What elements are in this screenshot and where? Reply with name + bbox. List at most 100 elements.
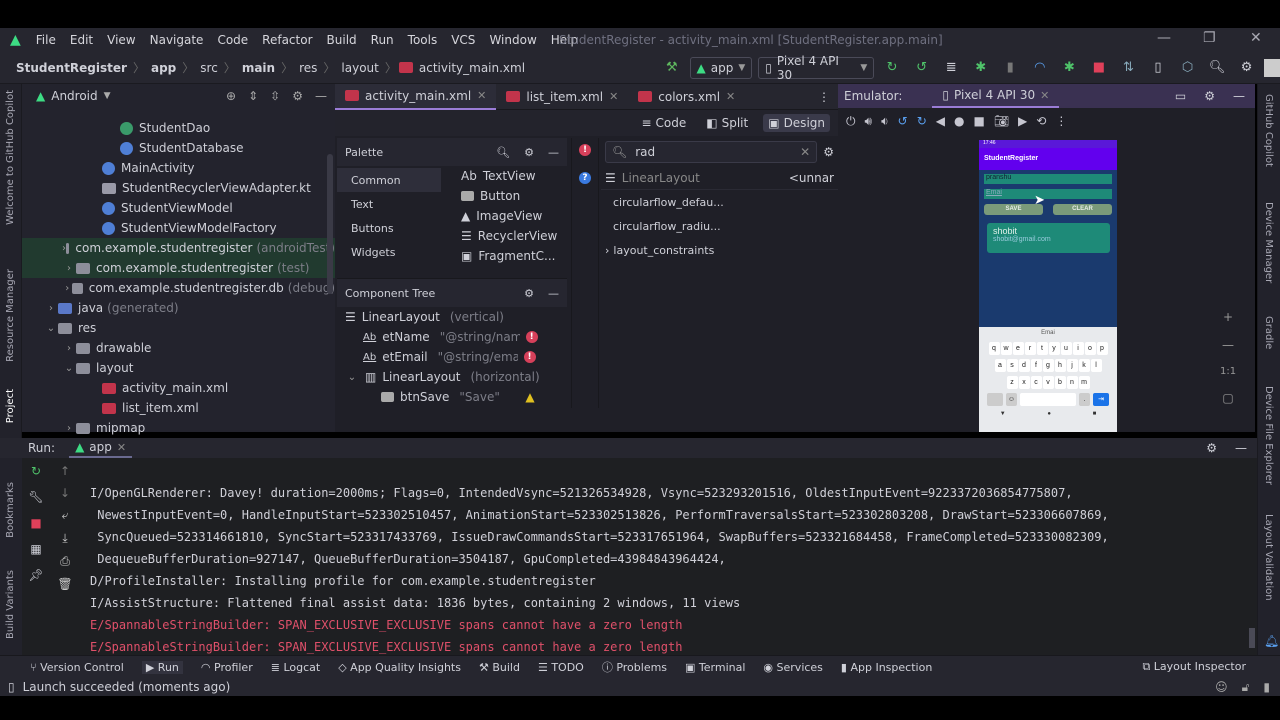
maximize-icon[interactable]: ▭: [1175, 89, 1186, 103]
tree-item-viewmodel[interactable]: StudentViewModel: [22, 198, 335, 218]
minimize-panel-icon[interactable]: —: [1233, 89, 1245, 103]
close-tab-icon[interactable]: ✕: [117, 441, 126, 454]
keyboard-key[interactable]: t: [1036, 342, 1048, 355]
keyboard-key[interactable]: k: [1078, 359, 1090, 372]
breadcrumb-src[interactable]: src: [196, 61, 222, 75]
space-key[interactable]: [1020, 393, 1076, 406]
clear-search-icon[interactable]: ✕: [800, 145, 810, 159]
palette-category-buttons[interactable]: Buttons: [337, 216, 441, 240]
tool-services[interactable]: ◉ Services: [763, 661, 823, 674]
keyboard-key[interactable]: y: [1048, 342, 1060, 355]
zoom-1-1-button[interactable]: 1:1: [1220, 366, 1236, 377]
keyboard-key[interactable]: b: [1054, 376, 1066, 389]
tool-todo[interactable]: ☰ TODO: [538, 661, 584, 674]
breadcrumb-layout[interactable]: layout: [337, 61, 382, 75]
student-card[interactable]: shobit shobit@gmail.com: [987, 223, 1110, 253]
clear-button[interactable]: CLEAR: [1053, 204, 1112, 215]
tree-item-package-db[interactable]: › com.example.studentregister.db (debug): [22, 278, 335, 298]
attributes-search-input[interactable]: 🔍︎ rad ✕: [605, 141, 818, 163]
breadcrumb-file[interactable]: activity_main.xml: [419, 61, 525, 75]
fit-screen-icon[interactable]: ▢: [1222, 391, 1233, 405]
tool-version-control[interactable]: ⑂ Version Control: [30, 661, 124, 674]
project-tab[interactable]: Project: [5, 389, 16, 423]
tree-item-java-generated[interactable]: › java (generated): [22, 298, 335, 318]
home-icon[interactable]: ●: [954, 114, 964, 128]
soft-keyboard[interactable]: Emai qwertyuiop asdfghjkl zxcvbnm ☺. ⇥ ▼ ●…: [979, 327, 1117, 432]
device-file-explorer-tab[interactable]: Device File Explorer: [1263, 386, 1274, 485]
menu-file[interactable]: File: [29, 33, 63, 47]
tab-colors[interactable]: colors.xml ✕: [628, 84, 745, 110]
close-tab-icon[interactable]: ✕: [726, 90, 735, 103]
status-device-icon[interactable]: ▯: [8, 680, 15, 694]
rotate-left-icon[interactable]: ↺: [898, 114, 908, 128]
help-icon[interactable]: ?: [579, 172, 591, 184]
minimize-icon[interactable]: —: [1157, 30, 1171, 46]
chevron-down-icon[interactable]: ⌄: [44, 323, 58, 334]
keyboard-key[interactable]: q: [988, 342, 1000, 355]
run-tab-app[interactable]: ▲ app ✕: [69, 438, 133, 458]
more-tabs-icon[interactable]: ⋮: [818, 90, 838, 104]
chevron-down-icon[interactable]: ⌄: [62, 363, 76, 374]
options-gear-icon[interactable]: ⚙: [292, 89, 303, 103]
period-key[interactable]: .: [1079, 393, 1090, 406]
debug-icon[interactable]: ✱: [972, 60, 990, 75]
apply-changes-icon[interactable]: ↻: [883, 60, 901, 75]
close-tab-icon[interactable]: ✕: [1040, 89, 1049, 102]
breadcrumb-main[interactable]: main: [238, 61, 279, 75]
snapshot-icon[interactable]: ⟲: [1036, 114, 1046, 128]
tree-item-mainactivity[interactable]: MainActivity: [22, 158, 335, 178]
scroll-to-end-icon[interactable]: ⤓: [62, 531, 67, 546]
user-avatar[interactable]: [1264, 58, 1280, 77]
close-tab-icon[interactable]: ✕: [609, 90, 618, 103]
search-icon[interactable]: 🔍︎: [1208, 60, 1226, 75]
memory-indicator-icon[interactable]: ▮: [1263, 680, 1270, 695]
keyboard-key[interactable]: s: [1006, 359, 1018, 372]
tree-item-package-test[interactable]: › com.example.studentregister (test): [22, 258, 335, 278]
breadcrumb-res[interactable]: res: [295, 61, 321, 75]
attach-debugger-icon[interactable]: ▮: [1001, 60, 1019, 75]
tree-item-package-androidtest[interactable]: › com.example.studentregister (androidTest…: [22, 238, 335, 258]
rerun-icon[interactable]: ↻: [31, 464, 41, 478]
emulator-device-tab[interactable]: ▯ Pixel 4 API 30 ✕: [932, 84, 1060, 108]
bookmarks-tab[interactable]: Bookmarks: [5, 482, 16, 538]
collapse-all-icon[interactable]: ⇳: [270, 89, 280, 103]
device-manager-icon[interactable]: ▯: [1149, 60, 1167, 75]
nav-home-icon[interactable]: ●: [1047, 411, 1051, 417]
gear-icon[interactable]: ⚙: [1206, 441, 1217, 455]
keyboard-key[interactable]: m: [1078, 376, 1090, 389]
attribute-group-layout-constraints[interactable]: › layout_constraints: [601, 238, 838, 262]
keyboard-key[interactable]: p: [1096, 342, 1108, 355]
gear-icon[interactable]: ⚙: [1204, 89, 1215, 103]
github-copilot-welcome-tab[interactable]: Welcome to GitHub Copilot: [5, 90, 16, 225]
menu-code[interactable]: Code: [210, 33, 255, 47]
nav-back-icon[interactable]: ▼: [1000, 411, 1006, 417]
notifications-icon[interactable]: 🔔︎: [1264, 634, 1279, 648]
scroll-up-icon[interactable]: ↑: [60, 464, 70, 478]
attach-icon[interactable]: ✱: [1061, 60, 1079, 75]
back-icon[interactable]: ◀: [936, 114, 945, 128]
lock-icon[interactable]: 🔓︎: [1242, 680, 1250, 695]
restore-icon[interactable]: ❐: [1203, 30, 1216, 46]
tool-build[interactable]: ⚒ Build: [479, 661, 520, 674]
design-mode-button[interactable]: ▣ Design: [763, 114, 830, 132]
gear-icon[interactable]: ⚙: [524, 287, 534, 300]
project-view-select[interactable]: Android: [51, 89, 97, 103]
minimize-panel-icon[interactable]: —: [1235, 441, 1247, 455]
error-icon[interactable]: !: [525, 331, 538, 343]
menu-navigate[interactable]: Navigate: [143, 33, 211, 47]
emoji-key[interactable]: ☺: [1006, 393, 1017, 406]
menu-window[interactable]: Window: [482, 33, 543, 47]
tree-item-viewmodelfactory[interactable]: StudentViewModelFactory: [22, 218, 335, 238]
attribute-row[interactable]: circularflow_defau...: [601, 190, 838, 214]
tool-logcat[interactable]: ≣ Logcat: [271, 661, 320, 674]
search-icon[interactable]: 🔍︎: [496, 146, 510, 159]
build-variants-tab[interactable]: Build Variants: [5, 570, 16, 639]
chevron-down-icon[interactable]: ▼: [104, 91, 111, 101]
profiler-icon[interactable]: ◠: [1031, 60, 1049, 75]
project-scrollbar[interactable]: [327, 154, 333, 294]
palette-widget-fragment[interactable]: ▣ FragmentC...: [451, 246, 561, 266]
rotate-right-icon[interactable]: ↻: [917, 114, 927, 128]
menu-run[interactable]: Run: [364, 33, 401, 47]
menu-view[interactable]: View: [100, 33, 142, 47]
error-indicator-icon[interactable]: !: [579, 144, 591, 156]
